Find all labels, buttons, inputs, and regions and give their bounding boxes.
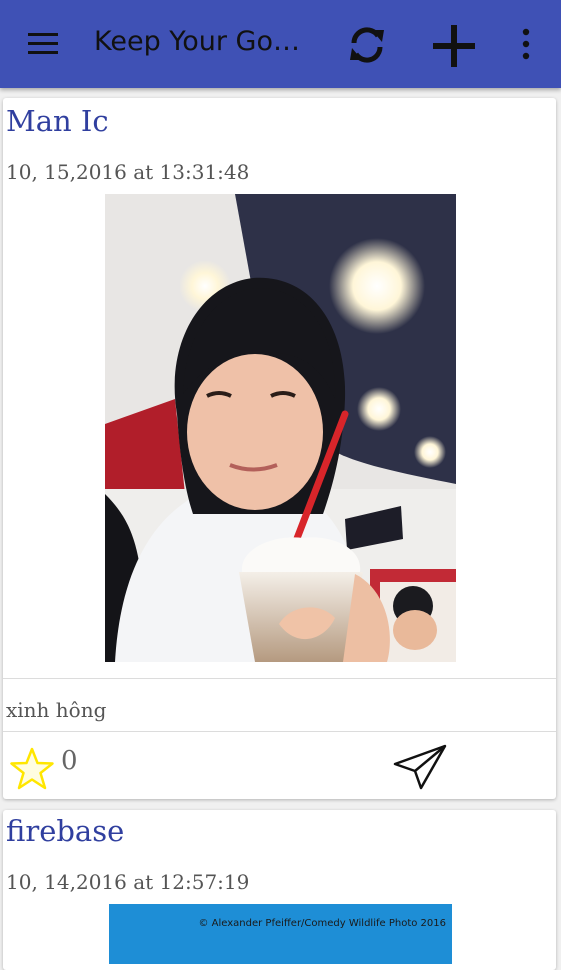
post-card[interactable]: Man Ic 10, 15,2016 at 13:31:48 xinh hông… bbox=[3, 98, 556, 799]
post-date: 10, 15,2016 at 13:31:48 bbox=[6, 160, 250, 184]
add-icon[interactable] bbox=[430, 22, 478, 70]
star-outline-icon[interactable] bbox=[9, 746, 55, 792]
like-count: 0 bbox=[61, 746, 78, 776]
post-photo[interactable] bbox=[105, 194, 456, 662]
post-caption: xinh hông bbox=[6, 698, 107, 722]
divider bbox=[3, 678, 556, 679]
post-title[interactable]: Man Ic bbox=[6, 104, 109, 138]
divider bbox=[3, 731, 556, 732]
post-card[interactable]: firebase 10, 14,2016 at 12:57:19 © Alexa… bbox=[3, 810, 556, 970]
post-title[interactable]: firebase bbox=[6, 814, 124, 848]
post-photo[interactable]: © Alexander Pfeiffer/Comedy Wildlife Pho… bbox=[109, 904, 452, 964]
app-bar: Keep Your Go… bbox=[0, 0, 561, 88]
app-title: Keep Your Go… bbox=[94, 26, 300, 57]
refresh-icon[interactable] bbox=[346, 24, 388, 66]
more-vert-icon[interactable] bbox=[516, 26, 536, 62]
menu-icon[interactable] bbox=[24, 28, 62, 60]
image-credit: © Alexander Pfeiffer/Comedy Wildlife Pho… bbox=[198, 918, 446, 929]
post-date: 10, 14,2016 at 12:57:19 bbox=[6, 870, 250, 894]
send-icon[interactable] bbox=[393, 744, 447, 790]
